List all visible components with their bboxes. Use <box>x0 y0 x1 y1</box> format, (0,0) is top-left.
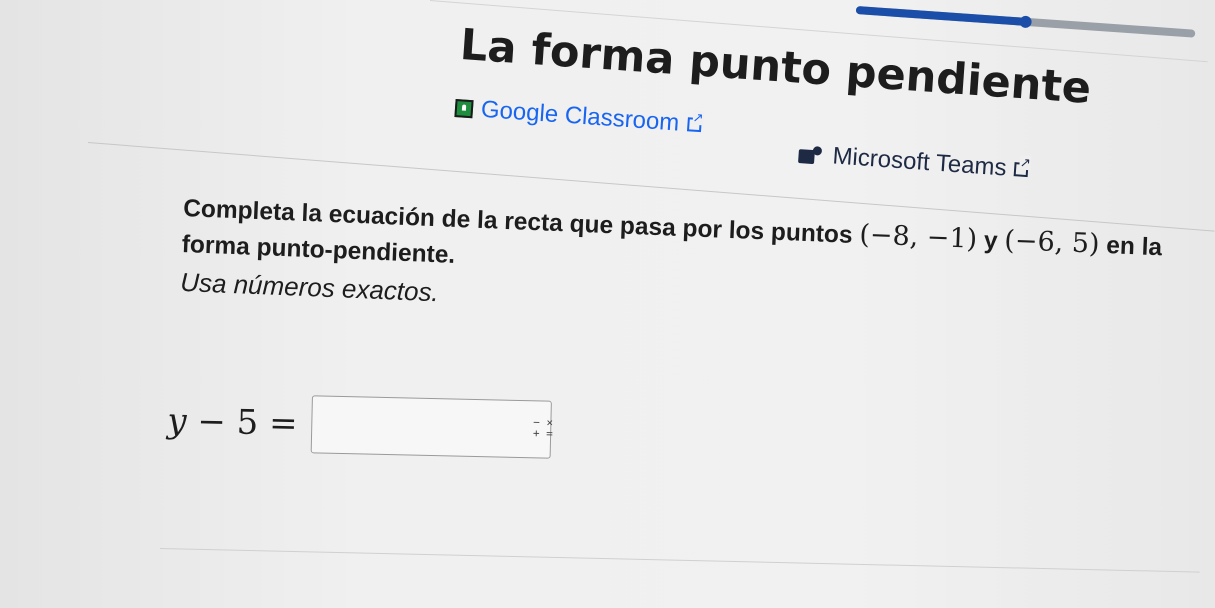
point-2: (−6, 5) <box>1003 224 1101 260</box>
google-classroom-label: Google Classroom <box>480 95 681 137</box>
microsoft-teams-icon <box>798 145 825 165</box>
equation-row: y − 5 = <box>167 392 553 459</box>
google-classroom-link[interactable]: Google Classroom <box>454 94 702 139</box>
external-link-icon <box>1013 162 1029 178</box>
prompt-conjunction: y <box>983 227 999 255</box>
share-links: Google Classroom Microsoft Teams <box>450 94 1054 216</box>
google-classroom-icon <box>454 98 474 119</box>
equation-variable: y <box>166 400 188 442</box>
math-keypad-icon[interactable]: − × + = <box>531 416 556 444</box>
equation-lhs-rest: − 5 = <box>186 401 299 444</box>
exercise-screen: La forma punto pendiente Google Classroo… <box>0 0 1215 608</box>
external-link-icon <box>686 117 702 133</box>
equation-lhs: y − 5 = <box>167 401 298 444</box>
microsoft-teams-link[interactable]: Microsoft Teams <box>798 140 1030 184</box>
progress-fill <box>855 6 1026 26</box>
answer-input[interactable] <box>310 395 553 459</box>
keypad-symbols-bottom: + = <box>532 426 554 441</box>
point-1: (−8, −1) <box>858 219 978 255</box>
progress-bar <box>855 6 1196 38</box>
progress-knob <box>1019 15 1032 29</box>
microsoft-teams-label: Microsoft Teams <box>831 142 1008 182</box>
divider <box>159 548 1200 573</box>
